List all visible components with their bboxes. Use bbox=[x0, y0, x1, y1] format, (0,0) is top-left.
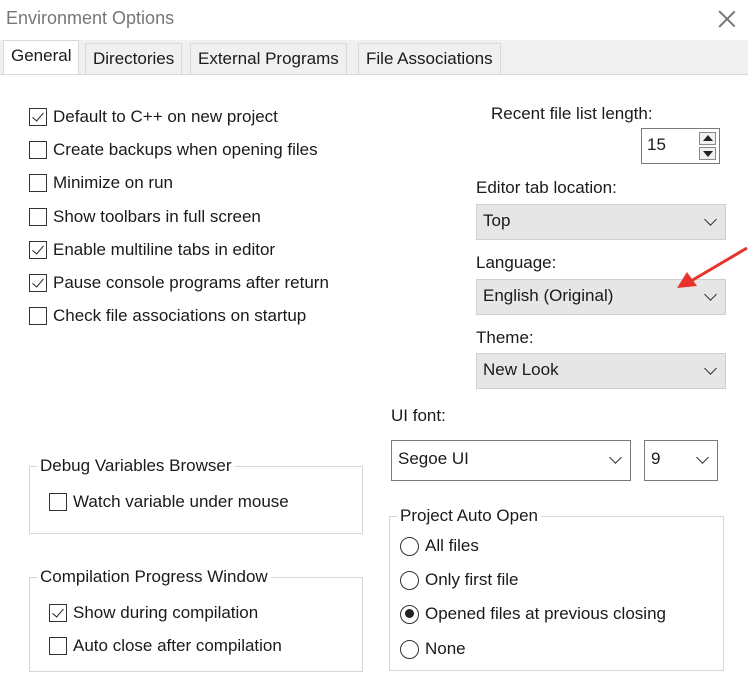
checkbox-label: Show toolbars in full screen bbox=[53, 207, 261, 226]
checkbox-label: Pause console programs after return bbox=[53, 273, 329, 292]
checkbox-box[interactable] bbox=[29, 141, 47, 159]
radio-label: None bbox=[425, 639, 466, 658]
radio-none[interactable]: None bbox=[400, 639, 466, 659]
radio-circle[interactable] bbox=[400, 536, 419, 556]
tab-general[interactable]: General bbox=[3, 40, 80, 75]
checkbox-label: Default to C++ on new project bbox=[53, 107, 278, 126]
theme-select[interactable]: New Look bbox=[476, 353, 726, 389]
group-title: Project Auto Open bbox=[397, 506, 541, 526]
radio-circle[interactable] bbox=[400, 604, 419, 624]
spin-up-icon[interactable] bbox=[699, 132, 716, 145]
recent-files-spinner[interactable]: 15 bbox=[641, 128, 720, 164]
compilation-progress-group bbox=[29, 577, 363, 672]
checkbox-box[interactable] bbox=[29, 174, 47, 192]
checkbox-box[interactable] bbox=[29, 208, 47, 226]
checkbox-show-toolbars[interactable]: Show toolbars in full screen bbox=[29, 207, 261, 227]
checkbox-box[interactable] bbox=[29, 274, 47, 292]
select-value: Segoe UI bbox=[398, 449, 469, 468]
checkbox-default-cpp[interactable]: Default to C++ on new project bbox=[29, 107, 278, 127]
chevron-down-icon bbox=[704, 288, 717, 301]
editor-tab-select[interactable]: Top bbox=[476, 204, 726, 240]
checkbox-pause-console[interactable]: Pause console programs after return bbox=[29, 273, 329, 293]
checkbox-label: Watch variable under mouse bbox=[73, 492, 289, 511]
checkbox-show-during-compilation[interactable]: Show during compilation bbox=[49, 603, 258, 623]
checkbox-box[interactable] bbox=[49, 637, 67, 655]
checkbox-minimize-on-run[interactable]: Minimize on run bbox=[29, 173, 173, 193]
checkbox-auto-close[interactable]: Auto close after compilation bbox=[49, 636, 282, 656]
tab-file-associations[interactable]: File Associations bbox=[358, 43, 501, 74]
font-size-select[interactable]: 9 bbox=[644, 440, 718, 481]
close-icon[interactable] bbox=[714, 6, 740, 32]
tab-label: General bbox=[11, 46, 72, 65]
chevron-down-icon bbox=[704, 362, 717, 375]
select-value: New Look bbox=[483, 360, 559, 379]
tab-divider bbox=[0, 74, 748, 75]
ui-font-select[interactable]: Segoe UI bbox=[391, 440, 631, 481]
theme-label: Theme: bbox=[476, 328, 534, 347]
checkbox-create-backups[interactable]: Create backups when opening files bbox=[29, 140, 318, 160]
select-value: 9 bbox=[651, 449, 661, 468]
group-title: Debug Variables Browser bbox=[37, 456, 235, 476]
tab-label: External Programs bbox=[198, 49, 339, 68]
checkbox-box[interactable] bbox=[49, 604, 67, 622]
radio-only-first-file[interactable]: Only first file bbox=[400, 570, 519, 590]
radio-label: Only first file bbox=[425, 570, 519, 589]
checkbox-check-file-assoc[interactable]: Check file associations on startup bbox=[29, 306, 306, 326]
select-value: English (Original) bbox=[483, 286, 614, 305]
checkbox-multiline-tabs[interactable]: Enable multiline tabs in editor bbox=[29, 240, 275, 260]
tab-label: Directories bbox=[93, 49, 175, 68]
chevron-down-icon bbox=[609, 451, 622, 464]
chevron-down-icon bbox=[704, 213, 717, 226]
radio-opened-files[interactable]: Opened files at previous closing bbox=[400, 604, 666, 624]
checkbox-box[interactable] bbox=[29, 307, 47, 325]
chevron-down-icon bbox=[696, 451, 709, 464]
checkbox-box[interactable] bbox=[49, 493, 67, 511]
checkbox-label: Show during compilation bbox=[73, 603, 259, 622]
ui-font-label: UI font: bbox=[391, 406, 446, 425]
group-title: Compilation Progress Window bbox=[37, 567, 271, 587]
red-arrow-icon bbox=[677, 246, 748, 288]
tab-external-programs[interactable]: External Programs bbox=[190, 43, 347, 74]
radio-circle[interactable] bbox=[400, 639, 419, 659]
radio-label: Opened files at previous closing bbox=[425, 604, 666, 623]
checkbox-label: Minimize on run bbox=[53, 173, 173, 192]
checkbox-box[interactable] bbox=[29, 108, 47, 126]
checkbox-watch-variable[interactable]: Watch variable under mouse bbox=[49, 492, 289, 512]
recent-files-label: Recent file list length: bbox=[491, 104, 653, 123]
window-title: Environment Options bbox=[6, 8, 175, 28]
checkbox-label: Check file associations on startup bbox=[53, 306, 307, 325]
title-bar: Environment Options bbox=[0, 0, 748, 38]
checkbox-label: Enable multiline tabs in editor bbox=[53, 240, 276, 259]
radio-circle[interactable] bbox=[400, 570, 419, 590]
select-value: Top bbox=[483, 211, 511, 230]
tab-label: File Associations bbox=[366, 49, 493, 68]
tab-strip: General Directories External Programs Fi… bbox=[0, 40, 748, 75]
radio-label: All files bbox=[425, 536, 479, 555]
tab-directories[interactable]: Directories bbox=[85, 43, 183, 74]
spinner-value: 15 bbox=[647, 135, 666, 154]
editor-tab-label: Editor tab location: bbox=[476, 178, 617, 197]
checkbox-label: Auto close after compilation bbox=[73, 636, 282, 655]
checkbox-box[interactable] bbox=[29, 241, 47, 259]
spin-down-icon[interactable] bbox=[699, 147, 716, 160]
checkbox-label: Create backups when opening files bbox=[53, 140, 318, 159]
spinner-buttons bbox=[699, 132, 716, 160]
language-label: Language: bbox=[476, 253, 557, 272]
radio-all-files[interactable]: All files bbox=[400, 536, 479, 556]
